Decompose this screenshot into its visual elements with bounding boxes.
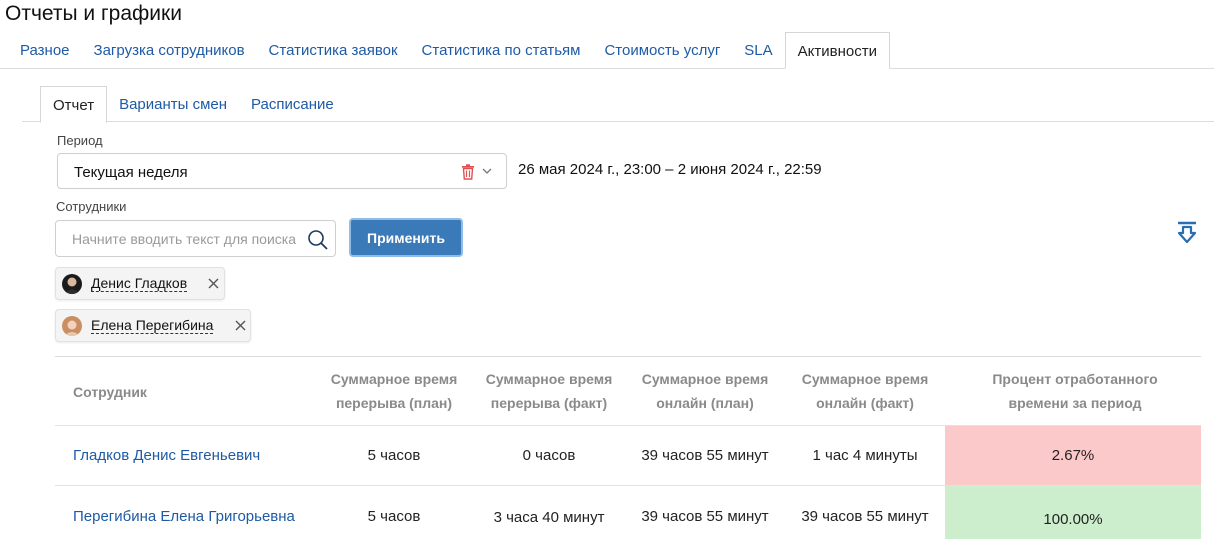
- sub-tabs-divider: [22, 121, 1214, 122]
- break-fact-cell: 0 часов: [522, 447, 576, 464]
- header-break-fact: Суммарное время перерыва (факт): [485, 371, 613, 411]
- header-break-plan: Суммарное время перерыва (план): [330, 371, 458, 411]
- tab-article-stats[interactable]: Статистика по статьям: [410, 32, 593, 69]
- percent-cell: 100.00%: [945, 486, 1201, 539]
- break-plan-cell: 5 часов: [367, 508, 421, 525]
- break-plan-cell: 5 часов: [367, 447, 421, 464]
- period-value: Текущая неделя: [74, 164, 188, 181]
- percent-value: 100.00%: [1043, 511, 1103, 528]
- table-top-border: [55, 356, 1201, 357]
- date-range: 26 мая 2024 г., 23:00 – 2 июня 2024 г., …: [518, 161, 822, 178]
- percent-value: 2.67%: [1051, 447, 1095, 464]
- break-fact-cell: 3 часа 40 минут: [493, 509, 605, 526]
- employee-search-input[interactable]: [57, 222, 302, 255]
- tab-report[interactable]: Отчет: [40, 86, 108, 123]
- online-plan-cell: 39 часов 55 минут: [641, 508, 769, 525]
- tab-schedule[interactable]: Расписание: [239, 86, 346, 123]
- tab-sla[interactable]: SLA: [732, 32, 784, 69]
- percent-cell: 2.67%: [945, 426, 1201, 485]
- employee-chip: Денис Гладков: [55, 267, 225, 300]
- sub-tabs: Отчет Варианты смен Расписание: [40, 86, 346, 123]
- employee-link[interactable]: Перегибина Елена Григорьевна: [73, 508, 295, 525]
- period-select[interactable]: Текущая неделя: [57, 153, 507, 189]
- employee-chip: Елена Перегибина: [55, 309, 251, 342]
- avatar: [62, 316, 82, 336]
- employee-link[interactable]: Гладков Денис Евгеньевич: [73, 447, 260, 464]
- chip-label[interactable]: Елена Перегибина: [91, 317, 214, 334]
- close-icon[interactable]: [235, 320, 246, 331]
- tab-employee-load[interactable]: Загрузка сотрудников: [82, 32, 257, 69]
- tab-shift-variants[interactable]: Варианты смен: [107, 86, 239, 123]
- chip-label[interactable]: Денис Гладков: [91, 275, 188, 292]
- header-online-plan: Суммарное время онлайн (план): [641, 371, 769, 411]
- employees-label: Сотрудники: [56, 199, 127, 214]
- top-tabs-divider: [0, 68, 1214, 69]
- header-employee: Сотрудник: [73, 384, 147, 400]
- online-plan-cell: 39 часов 55 минут: [641, 447, 769, 464]
- chevron-down-icon[interactable]: [482, 167, 492, 175]
- tab-service-cost[interactable]: Стоимость услуг: [592, 32, 732, 69]
- tab-request-stats[interactable]: Статистика заявок: [257, 32, 410, 69]
- tab-activities[interactable]: Активности: [784, 32, 890, 69]
- search-icon[interactable]: [307, 229, 329, 251]
- apply-button[interactable]: Применить: [349, 218, 463, 257]
- employee-search: [55, 220, 336, 257]
- close-icon[interactable]: [208, 278, 219, 289]
- trash-icon[interactable]: [461, 164, 475, 180]
- online-fact-cell: 39 часов 55 минут: [801, 508, 929, 525]
- period-label: Период: [57, 133, 103, 148]
- online-fact-cell: 1 час 4 минуты: [812, 447, 918, 464]
- header-online-fact: Суммарное время онлайн (факт): [801, 371, 929, 411]
- avatar: [62, 274, 82, 294]
- page-title: Отчеты и графики: [5, 2, 182, 25]
- header-percent: Процент отработанного времени за период: [992, 371, 1158, 411]
- tab-misc[interactable]: Разное: [8, 32, 82, 69]
- top-tabs: Разное Загрузка сотрудников Статистика з…: [8, 32, 890, 69]
- download-icon[interactable]: [1176, 221, 1198, 245]
